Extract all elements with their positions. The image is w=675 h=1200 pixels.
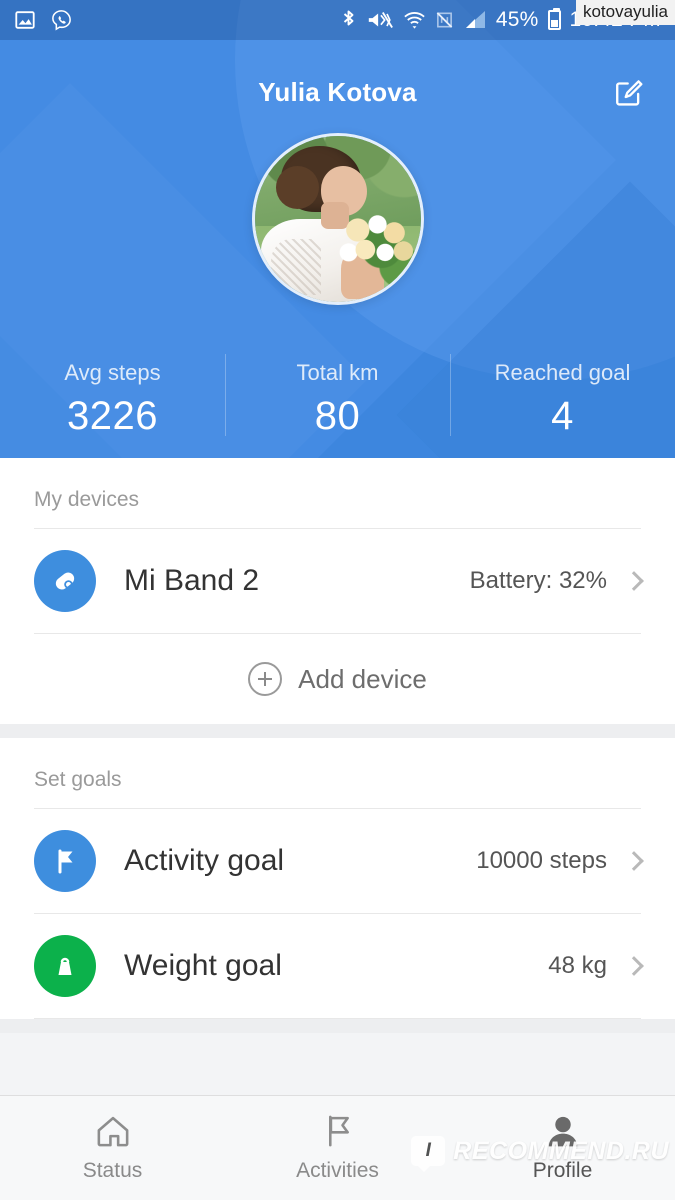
device-label: Mi Band 2 xyxy=(124,564,260,597)
avatar-photo xyxy=(254,136,421,302)
section-gap xyxy=(0,724,675,738)
device-battery-value: Battery: 32% xyxy=(469,567,607,594)
avatar[interactable] xyxy=(251,133,424,305)
status-bar-left-icons xyxy=(14,9,73,32)
section-gap-bottom xyxy=(0,1019,675,1033)
stat-value: 80 xyxy=(314,393,361,438)
goal-row-activity[interactable]: Activity goal 10000 steps xyxy=(0,809,675,913)
header-title-row: Yulia Kotova xyxy=(0,62,675,122)
set-goals-title: Set goals xyxy=(34,768,122,791)
flag-icon xyxy=(328,1115,349,1147)
image-icon xyxy=(15,11,35,29)
stat-label: Avg steps xyxy=(64,359,161,385)
stat-value: 4 xyxy=(551,393,574,438)
fitness-band-icon xyxy=(34,550,96,612)
weight-icon xyxy=(34,935,96,997)
goal-row-weight[interactable]: Weight goal 48 kg xyxy=(0,914,675,1018)
nav-label: Status xyxy=(82,1159,143,1182)
plus-circle-icon xyxy=(248,662,283,696)
set-goals-card: Set goals Activity goal 10000 steps Weig… xyxy=(0,738,675,1019)
page-title: Yulia Kotova xyxy=(258,76,417,107)
battery-icon xyxy=(547,8,561,30)
nav-item-status[interactable]: Status xyxy=(0,1096,225,1200)
device-row-mi-band-2[interactable]: Mi Band 2 Battery: 32% xyxy=(0,529,675,633)
stat-label: Total km xyxy=(296,359,379,385)
edit-profile-button[interactable] xyxy=(609,72,649,112)
stat-reached-goal: Reached goal 4 xyxy=(450,340,675,458)
home-icon xyxy=(97,1116,128,1147)
profile-header: 45% 10:42 PM kotovayulia Yulia Kotova xyxy=(0,0,675,458)
chevron-right-icon xyxy=(624,956,644,976)
status-bar: 45% 10:42 PM xyxy=(0,0,675,40)
chevron-right-icon xyxy=(624,571,644,591)
signal-icon xyxy=(465,11,485,28)
goal-value: 48 kg xyxy=(548,952,607,979)
viber-icon xyxy=(52,9,71,30)
nfc-off-icon xyxy=(436,12,453,28)
goal-label: Activity goal xyxy=(124,844,285,877)
watermark-top: kotovayulia xyxy=(575,0,675,25)
battery-percent-label: 45% xyxy=(495,8,539,31)
goal-value: 10000 steps xyxy=(476,847,607,874)
stat-total-km: Total km 80 xyxy=(225,340,450,458)
app-screen: 45% 10:42 PM kotovayulia Yulia Kotova xyxy=(0,0,675,1200)
watermark-text: RECOMMEND.RU xyxy=(453,1136,669,1165)
stat-value: 3226 xyxy=(67,393,158,438)
header-stats: Avg steps 3226 Total km 80 Reached goal … xyxy=(0,340,675,458)
flag-icon xyxy=(34,830,96,892)
stat-avg-steps: Avg steps 3226 xyxy=(0,340,225,458)
add-device-label: Add device xyxy=(298,663,427,694)
my-devices-title: My devices xyxy=(34,488,140,511)
add-device-button[interactable]: Add device xyxy=(0,634,675,724)
chevron-right-icon xyxy=(624,851,644,871)
edit-pencil-icon xyxy=(616,80,643,106)
watermark-bottom: I RECOMMEND.RU xyxy=(411,1136,669,1172)
goal-label: Weight goal xyxy=(124,949,282,982)
stat-label: Reached goal xyxy=(494,359,631,385)
wifi-icon xyxy=(404,11,425,29)
vibrate-icon xyxy=(368,12,393,28)
nav-label: Activities xyxy=(296,1159,379,1182)
my-devices-card: My devices Mi Band 2 Battery: 32% Add de… xyxy=(0,458,675,724)
watermark-badge: I xyxy=(411,1136,446,1172)
bluetooth-icon xyxy=(343,10,354,26)
